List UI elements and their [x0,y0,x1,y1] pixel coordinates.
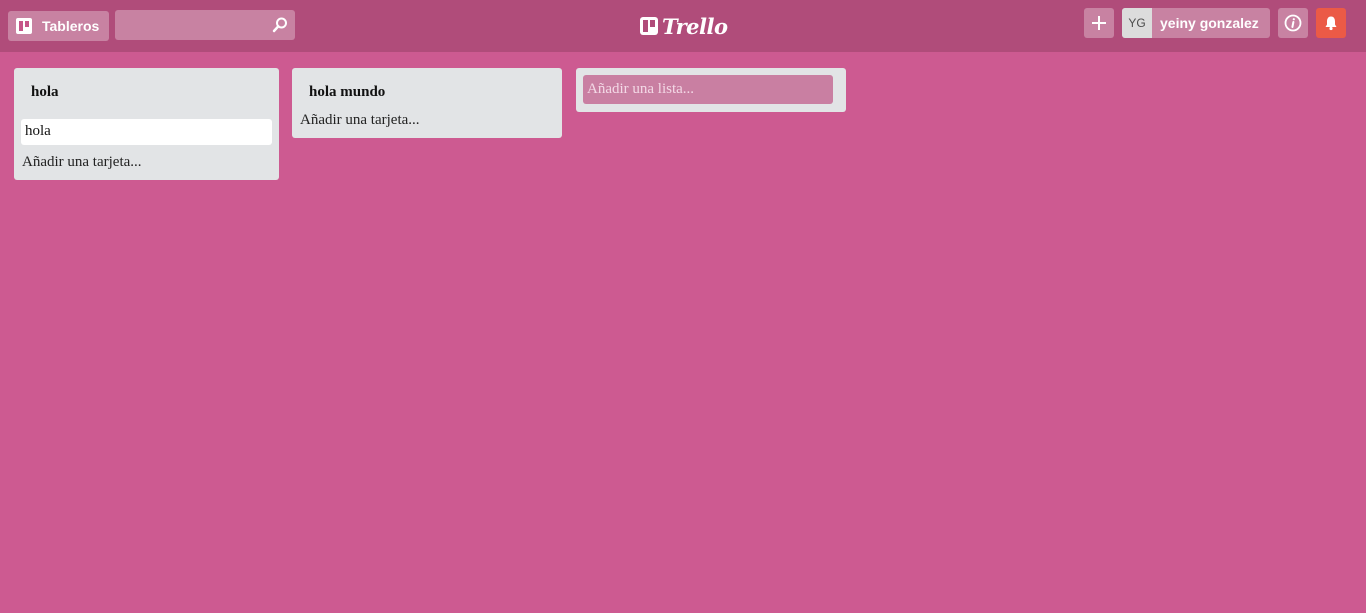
info-button[interactable] [1278,8,1308,38]
trello-logo-icon [640,17,658,35]
search-box [115,10,295,40]
user-name: yeiny gonzalez [1160,15,1259,31]
avatar: YG [1122,8,1152,38]
add-list-panel [576,68,846,112]
add-list-input[interactable] [583,75,833,104]
list-hola-mundo: hola mundo Añadir una tarjeta... [292,68,562,138]
list-hola: hola hola Añadir una tarjeta... [14,68,279,180]
bell-icon [1325,16,1337,31]
search-input[interactable] [115,10,295,40]
boards-button-label: Tableros [42,18,100,34]
trello-logo[interactable]: Trello [640,13,728,39]
list-title[interactable]: hola [31,84,59,101]
list-title[interactable]: hola mundo [309,84,385,101]
add-card-link[interactable]: Añadir una tarjeta... [22,154,142,171]
logo-text: Trello [662,13,728,39]
boards-button[interactable]: Tableros [8,11,109,41]
add-button[interactable] [1084,8,1114,38]
header-bar: Tableros Trello YG yeiny gonzalez [0,0,1366,52]
card-hola[interactable]: hola [21,119,272,145]
user-menu-button[interactable]: YG yeiny gonzalez [1122,8,1270,38]
board-icon [16,18,32,34]
plus-icon [1092,16,1106,30]
notifications-button[interactable] [1316,8,1346,38]
search-icon[interactable] [271,16,289,34]
info-icon [1284,14,1302,32]
add-card-link[interactable]: Añadir una tarjeta... [300,112,420,129]
